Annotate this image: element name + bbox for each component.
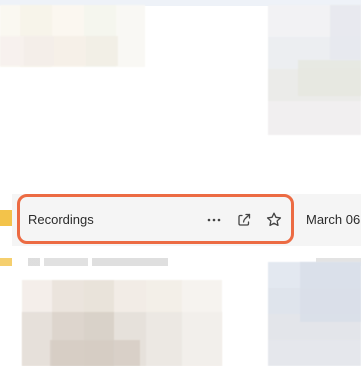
share-icon[interactable] [234, 210, 254, 230]
blurred-content-top-left-2 [0, 36, 118, 66]
folder-icon [0, 210, 12, 226]
blurred-content-top-right-3 [330, 5, 361, 60]
star-icon[interactable] [263, 209, 285, 231]
folder-name[interactable]: Recordings [28, 212, 94, 227]
modified-date: March 06, [306, 212, 361, 227]
file-list-view: Recordings March 06, [0, 0, 361, 366]
blurred-content-bottom-right-2 [300, 262, 361, 322]
blurred-content-bottom-left-3 [50, 340, 140, 366]
folder-icon-next [0, 258, 12, 266]
next-row-name-partial [28, 258, 168, 266]
more-options-icon[interactable] [204, 210, 224, 230]
blurred-content-top-right-2 [298, 60, 361, 96]
